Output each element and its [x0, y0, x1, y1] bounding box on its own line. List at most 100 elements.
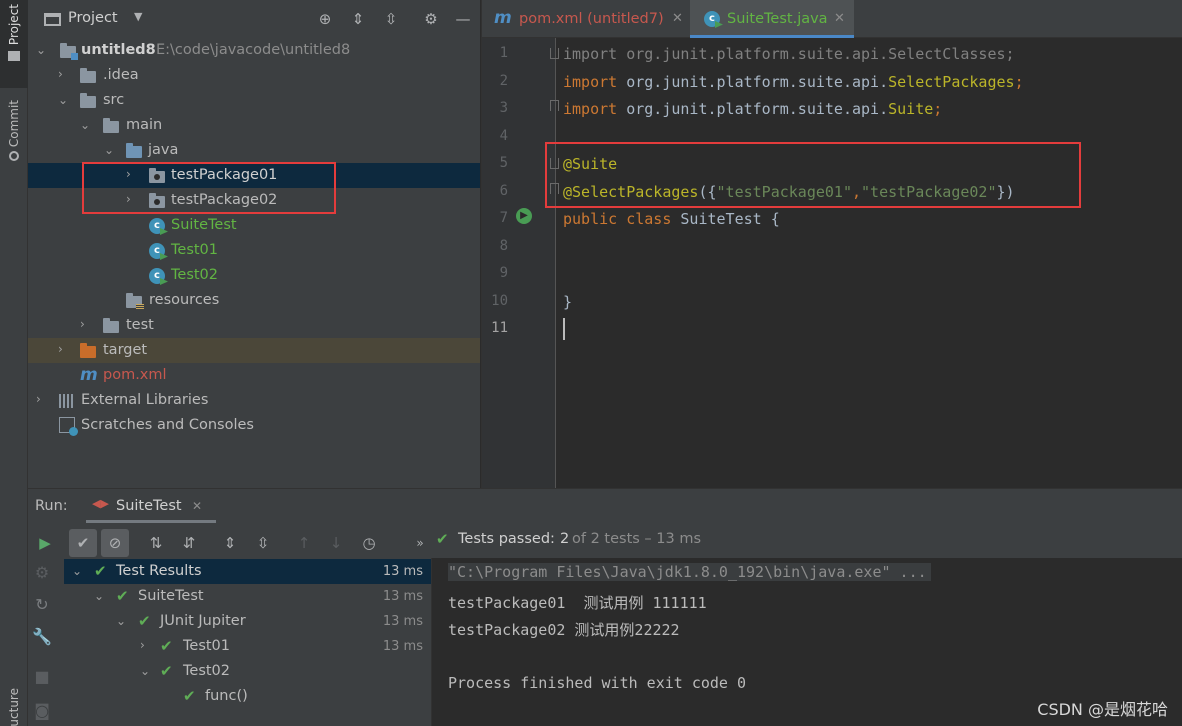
gear-icon[interactable]: ⚙ — [422, 10, 440, 28]
chevron-right-icon[interactable]: › — [140, 639, 152, 651]
fold-marker-icon[interactable] — [550, 100, 559, 111]
tree-item-scratches[interactable]: Scratches and Consoles — [28, 413, 480, 438]
project-panel: Project ▼ ⊕ ⇕ ⇳ ⚙ — ⌄ untitled8 E:\code\… — [28, 0, 480, 488]
chevron-down-icon[interactable]: ⌄ — [72, 565, 84, 577]
tree-item-suitetest[interactable]: c SuiteTest — [28, 213, 480, 238]
chevron-down-icon[interactable]: ⌄ — [94, 590, 106, 602]
more-actions-icon[interactable]: » — [408, 531, 432, 555]
test-row-test01[interactable]: › ✔ Test01 13 ms — [64, 634, 431, 659]
test-label: Test Results — [116, 563, 202, 579]
code-area[interactable]: 1 2 3 4 5 6 7 8 9 10 11 ▶ import org.jun… — [482, 0, 1182, 488]
chevron-down-icon[interactable]: ⌄ — [80, 119, 92, 131]
tree-label: SuiteTest — [171, 217, 237, 233]
collapse-all-icon[interactable]: ⇳ — [251, 531, 275, 555]
check-icon: ✔ — [436, 530, 449, 548]
java-class-icon: c — [149, 243, 165, 259]
close-icon[interactable]: ✕ — [192, 499, 202, 513]
chevron-right-icon[interactable]: › — [58, 68, 70, 80]
show-passed-icon[interactable]: ✔ — [69, 529, 97, 557]
tree-item-resources[interactable]: resources — [28, 288, 480, 313]
test-row-junit-jupiter[interactable]: ⌄ ✔ JUnit Jupiter 13 ms — [64, 609, 431, 634]
structure-tool-tab[interactable]: ucture — [0, 688, 28, 726]
tree-item-test01[interactable]: c Test01 — [28, 238, 480, 263]
expand-all-icon[interactable]: ⇕ — [218, 531, 242, 555]
tree-item-untitled8[interactable]: ⌄ untitled8 E:\code\javacode\untitled8 — [28, 38, 480, 63]
test-row-test02[interactable]: ⌄ ✔ Test02 — [64, 659, 431, 684]
chevron-right-icon[interactable]: › — [36, 393, 48, 405]
sort-alphabetically-icon[interactable]: ⇅ — [144, 531, 168, 555]
minimize-icon[interactable]: — — [454, 10, 472, 28]
class-name: Suite — [888, 100, 934, 118]
fold-marker-icon[interactable] — [550, 48, 559, 59]
sort-by-duration-icon[interactable]: ⇵ — [177, 531, 201, 555]
code-line-2: import org.junit.platform.suite.api.Sele… — [563, 73, 1024, 91]
keyword: import — [563, 45, 618, 63]
folder-icon — [80, 68, 96, 83]
next-failed-icon[interactable]: ↓ — [324, 531, 348, 555]
test-label: func() — [205, 688, 248, 704]
debug-icon[interactable]: ⚙ — [28, 563, 56, 582]
previous-failed-icon[interactable]: ↑ — [292, 531, 316, 555]
wrench-icon[interactable]: 🔧 — [28, 627, 56, 646]
chevron-right-icon[interactable]: › — [80, 318, 92, 330]
module-folder-icon — [60, 43, 78, 60]
test-row-suitetest[interactable]: ⌄ ✔ SuiteTest 13 ms — [64, 584, 431, 609]
tree-item-java[interactable]: ⌄ java — [28, 138, 480, 163]
tree-item-target[interactable]: › target — [28, 338, 480, 363]
folder-icon — [103, 318, 119, 333]
tree-item-main[interactable]: ⌄ main — [28, 113, 480, 138]
chevron-down-icon[interactable]: ⌄ — [116, 615, 128, 627]
test-row-results[interactable]: ⌄ ✔ Test Results 13 ms — [64, 559, 431, 584]
tree-item-pom[interactable]: m pom.xml — [28, 363, 480, 388]
collapse-all-icon[interactable]: ⇳ — [382, 10, 400, 28]
test-label: Test01 — [183, 638, 231, 654]
java-class-icon: c — [149, 268, 165, 284]
tree-item-test02[interactable]: c Test02 — [28, 263, 480, 288]
code-line-10: } — [563, 293, 572, 311]
rerun-icon[interactable]: ▶ — [33, 531, 57, 555]
chevron-down-icon[interactable]: ⌄ — [36, 44, 48, 56]
tree-label: test — [126, 317, 154, 333]
expand-all-icon[interactable]: ⇕ — [349, 10, 367, 28]
tree-label: Test02 — [171, 267, 219, 283]
chevron-down-icon[interactable]: ⌄ — [140, 665, 152, 677]
test-label: JUnit Jupiter — [160, 613, 246, 629]
tree-item-external-libraries[interactable]: › External Libraries — [28, 388, 480, 413]
stop-icon[interactable]: ■ — [28, 667, 56, 686]
tree-item-test[interactable]: › test — [28, 313, 480, 338]
chevron-right-icon[interactable]: › — [58, 343, 70, 355]
show-ignored-icon[interactable]: ⊘ — [101, 529, 129, 557]
line-number: 2 — [499, 73, 508, 89]
commit-tool-tab[interactable]: Commit — [0, 100, 28, 180]
rerun-failed-icon[interactable]: ↻ — [28, 595, 56, 614]
tree-label: Test01 — [171, 242, 219, 258]
chevron-down-icon[interactable]: ⌄ — [104, 144, 116, 156]
source-folder-icon — [126, 143, 142, 158]
tree-item-src[interactable]: ⌄ src — [28, 88, 480, 113]
view-mode-dropdown-icon[interactable]: ▼ — [134, 10, 142, 23]
tree-label: src — [103, 92, 125, 108]
console-output[interactable]: "C:\Program Files\Java\jdk1.8.0_192\bin\… — [431, 558, 1182, 726]
camera-icon[interactable]: ◙ — [28, 701, 56, 720]
tree-item-idea[interactable]: › .idea — [28, 63, 480, 88]
java-class-icon: c — [149, 218, 165, 234]
status-suffix: of 2 tests – 13 ms — [572, 531, 702, 547]
project-panel-title: Project — [68, 10, 118, 26]
code-line-1: import org.junit.platform.suite.api.Sele… — [563, 45, 1015, 63]
history-icon[interactable]: ◷ — [357, 531, 381, 555]
locate-file-icon[interactable]: ⊕ — [316, 10, 334, 28]
run-gutter-icon[interactable]: ▶ — [516, 208, 532, 224]
project-tool-tab[interactable]: Project — [0, 0, 28, 88]
chevron-down-icon[interactable]: ⌄ — [58, 94, 70, 106]
watermark: CSDN @是烟花哈 — [1037, 700, 1168, 719]
check-icon: ✔ — [138, 612, 151, 630]
line-number: 9 — [499, 265, 508, 281]
tree-label: External Libraries — [81, 392, 209, 408]
structure-tool-tab-label: ucture — [7, 688, 21, 726]
scratches-icon — [59, 417, 78, 436]
test-label: Test02 — [183, 663, 231, 679]
run-tab-suitetest[interactable]: ◀▶ SuiteTest ✕ — [86, 489, 216, 523]
check-icon: ✔ — [116, 587, 129, 605]
test-row-func[interactable]: ✔ func() — [64, 684, 431, 709]
tree-label: target — [103, 342, 148, 358]
